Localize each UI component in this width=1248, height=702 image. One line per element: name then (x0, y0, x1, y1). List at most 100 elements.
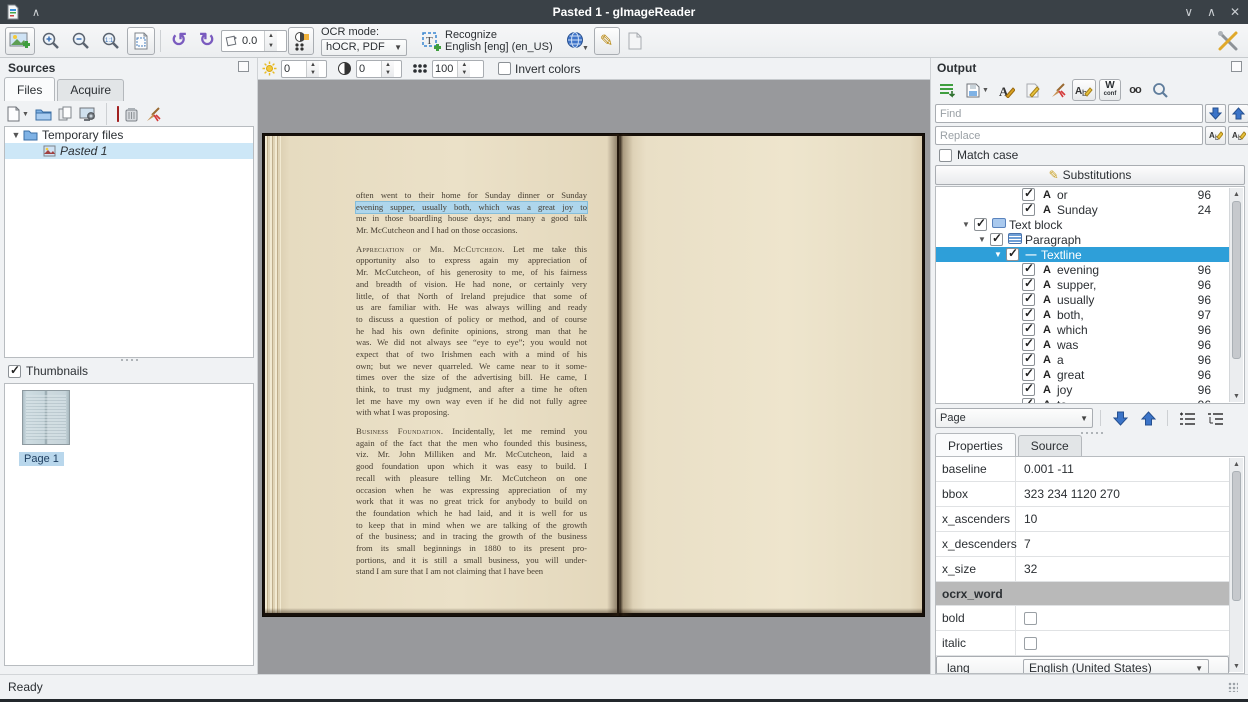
remove-source-button[interactable] (117, 107, 119, 121)
save-output-button[interactable]: ▼ (962, 79, 992, 101)
resolution-value[interactable]: 100 (433, 61, 457, 77)
ocr-tree-row[interactable]: ▼ was 96 (936, 337, 1229, 352)
ocr-tree-row[interactable]: ▼ great 96 (936, 367, 1229, 382)
whitespace-toggle[interactable]: oo (1124, 79, 1146, 101)
replace-all-button[interactable]: Ab (1228, 126, 1248, 145)
paste-button[interactable] (58, 106, 73, 122)
expand-all-button[interactable] (1203, 408, 1227, 428)
clear-sources-button[interactable] (144, 107, 161, 122)
property-row[interactable]: x_ascenders 10 ▼ (936, 507, 1229, 532)
confidence-toggle[interactable]: Wconf (1099, 79, 1121, 101)
open-file-button[interactable]: ▼ (6, 106, 29, 122)
property-value[interactable]: English (United States) (1029, 661, 1152, 674)
expander-icon[interactable]: ▼ (958, 220, 974, 229)
item-checkbox[interactable] (1022, 293, 1035, 306)
zoom-text-button[interactable] (1149, 79, 1172, 101)
item-checkbox[interactable] (1022, 338, 1035, 351)
substitutions-button[interactable]: ✎ Substitutions (935, 165, 1245, 185)
ocr-tree-row[interactable]: ▼ or 96 (936, 187, 1229, 202)
tab-properties[interactable]: Properties (935, 433, 1016, 457)
contrast-value[interactable]: 0 (357, 61, 381, 77)
zoom-out-button[interactable] (67, 27, 95, 55)
scanned-book-image[interactable]: often went to their home for Sunday dinn… (262, 133, 925, 617)
find-prev-button[interactable] (1228, 104, 1248, 123)
item-checkbox[interactable] (1022, 398, 1035, 404)
ocr-tree-row[interactable]: ▼ Text block (936, 217, 1229, 232)
replace-button[interactable]: Ab (1205, 126, 1226, 145)
maximize-button[interactable]: ∧ (1207, 5, 1216, 19)
next-item-button[interactable] (1108, 408, 1132, 428)
property-row[interactable]: lang English (United States) ▼ (936, 656, 1229, 674)
item-checkbox[interactable] (1006, 248, 1019, 261)
item-checkbox[interactable] (1022, 278, 1035, 291)
property-row[interactable]: ocrx_word ▼ (936, 582, 1229, 606)
zoom-original-button[interactable]: 1:1 (97, 27, 125, 55)
item-checkbox[interactable] (990, 233, 1003, 246)
item-checkbox[interactable] (1022, 368, 1035, 381)
tab-files[interactable]: Files (4, 77, 55, 101)
edit-hocr-button[interactable]: A (995, 79, 1018, 101)
property-value[interactable]: 0.001 -11 (1024, 462, 1074, 476)
ocr-tree-row[interactable]: ▼ evening 96 (936, 262, 1229, 277)
replace-input[interactable] (935, 126, 1203, 145)
property-checkbox[interactable] (1024, 612, 1037, 625)
property-value[interactable]: 323 234 1120 270 (1024, 487, 1120, 501)
minimize-button[interactable]: ∨ (1184, 5, 1193, 19)
find-replace-toggle[interactable]: Ab (1072, 79, 1096, 101)
thumbnails-checkbox[interactable] (8, 365, 21, 378)
item-checkbox[interactable] (974, 218, 987, 231)
zoom-in-button[interactable] (37, 27, 65, 55)
resolution-spinbox[interactable]: 100 ▲▼ (432, 60, 484, 78)
resize-grip[interactable] (1228, 682, 1238, 692)
rotate-right-button[interactable]: ↻ (194, 27, 220, 55)
navigation-target-combobox[interactable]: Page ▼ (935, 408, 1093, 428)
expander-icon[interactable]: ▼ (9, 130, 23, 140)
invert-colors-checkbox[interactable] (498, 62, 511, 75)
page-thumbnail-label[interactable]: Page 1 (19, 452, 64, 466)
expander-icon[interactable]: ▼ (990, 250, 1006, 259)
add-images-button[interactable] (5, 27, 35, 55)
brightness-value[interactable]: 0 (282, 61, 306, 77)
new-document-button[interactable] (622, 27, 648, 55)
detach-panel-icon[interactable] (238, 61, 249, 72)
item-checkbox[interactable] (1022, 383, 1035, 396)
property-value[interactable]: 7 (1024, 537, 1031, 551)
property-row[interactable]: baseline 0.001 -11 ▼ (936, 457, 1229, 482)
ocr-mode-combobox[interactable]: hOCR, PDF ▼ (321, 39, 407, 56)
insert-mode-button[interactable] (935, 79, 959, 101)
recognize-button[interactable]: T Recognize English [eng] (en_US) (414, 27, 560, 55)
rotation-spin-arrows[interactable]: ▲▼ (264, 31, 277, 51)
zoom-fit-button[interactable] (127, 27, 155, 55)
rotate-left-button[interactable]: ↺ (166, 27, 192, 55)
delete-source-button[interactable] (125, 107, 138, 122)
tree-item-row[interactable]: Pasted 1 (5, 143, 253, 159)
ocr-tree-row[interactable]: ▼ both, 97 (936, 307, 1229, 322)
find-next-button[interactable] (1205, 104, 1226, 123)
image-controls-toggle[interactable] (288, 27, 314, 55)
ocr-tree-row[interactable]: ▼ joy 96 (936, 382, 1229, 397)
tab-source[interactable]: Source (1018, 435, 1082, 457)
resolution-spin-arrows[interactable]: ▲▼ (457, 61, 470, 77)
tab-acquire[interactable]: Acquire (57, 79, 124, 101)
brightness-spinbox[interactable]: 0 ▲▼ (281, 60, 327, 78)
tree-scrollbar[interactable]: ▲ ▼ (1229, 188, 1243, 402)
item-checkbox[interactable] (1022, 353, 1035, 366)
ocr-tree-row[interactable]: ▼ Paragraph (936, 232, 1229, 247)
match-case-checkbox[interactable] (939, 149, 952, 162)
page-thumbnail[interactable] (22, 390, 70, 445)
property-row[interactable]: x_size 32 ▼ (936, 557, 1229, 582)
ocr-tree-row[interactable]: ▼ Sunday 24 (936, 202, 1229, 217)
item-checkbox[interactable] (1022, 203, 1035, 216)
item-checkbox[interactable] (1022, 323, 1035, 336)
properties-scrollbar[interactable]: ▲ ▼ (1229, 458, 1243, 672)
find-replace-doc-button[interactable] (1021, 79, 1043, 101)
rotation-value[interactable]: 0.0 (240, 31, 264, 51)
item-checkbox[interactable] (1022, 188, 1035, 201)
expander-icon[interactable]: ▼ (974, 235, 990, 244)
property-value[interactable]: 10 (1024, 512, 1037, 526)
detach-panel-icon[interactable] (1231, 61, 1242, 72)
splitter-handle[interactable] (1081, 432, 1103, 434)
property-row[interactable]: x_descenders 7 ▼ (936, 532, 1229, 557)
property-row[interactable]: bold ▼ (936, 606, 1229, 631)
ocr-tree-row[interactable]: ▼ supper, 96 (936, 277, 1229, 292)
